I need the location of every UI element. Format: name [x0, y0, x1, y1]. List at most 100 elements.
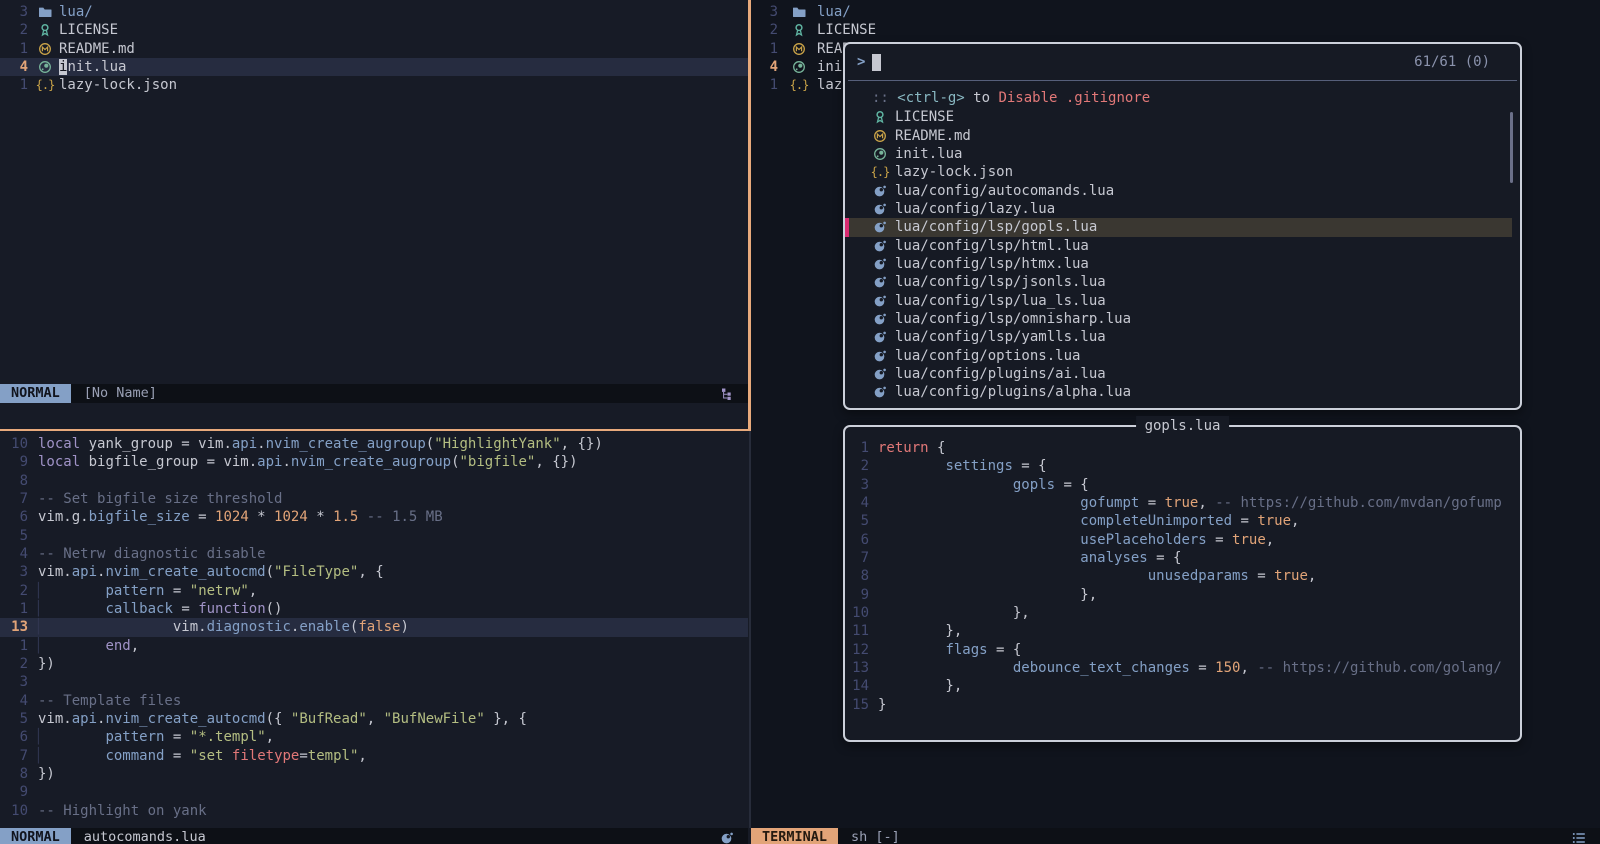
match-counter: 61/61 (0) [1414, 54, 1490, 70]
picker-row[interactable]: LICENSE [845, 108, 1520, 126]
line-number: 9 [0, 783, 28, 801]
line-number: 4 [845, 494, 869, 512]
code-line: 8}) [0, 765, 748, 783]
code-line: 3 gopls = { [845, 476, 1520, 494]
explorer-file-row[interactable]: 3lua/ [751, 3, 1600, 21]
prompt-caret: > [857, 54, 865, 70]
file-name: README.md [59, 40, 135, 58]
code-line: 1▏ end, [0, 637, 748, 655]
file-name: lua/config/plugins/alpha.lua [895, 383, 1131, 401]
statusline-shell: sh [-] [851, 828, 900, 844]
code-window: 10local yank_group = vim.api.nvim_create… [0, 431, 748, 828]
lua-icon [871, 367, 889, 381]
picker-row[interactable]: lua/config/lsp/htmx.lua [845, 255, 1520, 273]
code-line: 9 }, [845, 586, 1520, 604]
picker-row-selected[interactable]: lua/config/lsp/gopls.lua [845, 218, 1512, 236]
picker-row[interactable]: lua/config/lsp/jsonls.lua [845, 273, 1520, 291]
file-name: lua/config/lsp/yamlls.lua [895, 328, 1106, 346]
folder-icon [36, 5, 54, 19]
code-line: 10-- Highlight on yank [0, 802, 748, 820]
line-number: 3 [0, 563, 28, 581]
line-number: 11 [845, 622, 869, 640]
file-name: lua/config/lsp/html.lua [895, 237, 1089, 255]
explorer-file-row[interactable]: 2LICENSE [751, 21, 1600, 39]
line-number: 8 [845, 567, 869, 585]
file-name: lua/config/lsp/omnisharp.lua [895, 310, 1131, 328]
picker-row[interactable]: lua/config/plugins/ai.lua [845, 365, 1520, 383]
line-number: 13 [845, 659, 869, 677]
line-number: 5 [0, 710, 28, 728]
code-line: 10local yank_group = vim.api.nvim_create… [0, 435, 748, 453]
mode-badge: NORMAL [0, 384, 71, 403]
code-line: 4 gofumpt = true, -- https://github.com/… [845, 494, 1520, 512]
code-line: 3 [0, 673, 748, 691]
line-number: 6 [0, 728, 28, 746]
license-icon [790, 23, 808, 37]
code-line: 8 [0, 472, 748, 490]
statusline-explorer: NORMAL [No Name] [0, 384, 748, 403]
explorer-file-row[interactable]: 1 README.md [0, 40, 748, 58]
preview-window: gopls.lua 1return {2 settings = {3 gopls… [843, 425, 1522, 742]
line-number: 1 [0, 76, 28, 94]
code-line: 13 debounce_text_changes = 150, -- https… [845, 659, 1520, 677]
explorer-file-row[interactable]: 4init.lua [0, 58, 748, 76]
picker-file-list: LICENSEREADME.mdinit.lua{.}lazy-lock.jso… [845, 108, 1520, 401]
file-name: lazy-lock.json [895, 163, 1013, 181]
preview-title: gopls.lua [1136, 416, 1230, 436]
preview-code: 1return {2 settings = {3 gopls = {4 gofu… [845, 427, 1520, 740]
picker-row[interactable]: {.}lazy-lock.json [845, 163, 1520, 181]
lua-icon [871, 312, 889, 326]
picker-row[interactable]: lua/config/autocomands.lua [845, 182, 1520, 200]
code-line: 2▏ pattern = "netrw", [0, 582, 748, 600]
code-line: 1return { [845, 439, 1520, 457]
license-icon [36, 23, 54, 37]
picker-row[interactable]: init.lua [845, 145, 1520, 163]
file-name: LICENSE [895, 108, 954, 126]
code-line: 10 }, [845, 604, 1520, 622]
code-line: 7-- Set bigfile size threshold [0, 490, 748, 508]
mode-badge: TERMINAL [751, 828, 838, 844]
picker-row[interactable]: lua/config/lsp/yamlls.lua [845, 328, 1520, 346]
explorer-file-row[interactable]: 3lua/ [0, 3, 748, 21]
picker-row[interactable]: README.md [845, 127, 1520, 145]
code-line: 3vim.api.nvim_create_autocmd("FileType",… [0, 563, 748, 581]
explorer-file-row[interactable]: 1{.}lazy-lock.json [0, 76, 748, 94]
line-number: 1 [0, 40, 28, 58]
file-name: LICENSE [59, 21, 118, 39]
line-number: 7 [0, 490, 28, 508]
list-icon [1570, 831, 1588, 844]
file-name: lua/config/lsp/lua_ls.lua [895, 292, 1106, 310]
file-name: init.lua [59, 58, 126, 76]
code-line: 13▏ vim.diagnostic.enable(false) [0, 618, 748, 636]
picker-row[interactable]: lua/config/lsp/lua_ls.lua [845, 292, 1520, 310]
code-line: 14 }, [845, 677, 1520, 695]
lua-icon [871, 202, 889, 216]
line-number: 4 [751, 58, 778, 76]
picker-row[interactable]: lua/config/lazy.lua [845, 200, 1520, 218]
code-line: 5 completeUnimported = true, [845, 512, 1520, 530]
line-number: 15 [845, 696, 869, 714]
code-line: 4-- Template files [0, 692, 748, 710]
picker-row[interactable]: lua/config/plugins/alpha.lua [845, 383, 1520, 401]
line-number: 2 [0, 21, 28, 39]
line-number: 1 [845, 439, 869, 457]
file-name: lua/config/lsp/jsonls.lua [895, 273, 1106, 291]
statusline-terminal: TERMINAL sh [-] [751, 828, 1600, 844]
code-line: 12 flags = { [845, 641, 1520, 659]
markdown-icon [36, 42, 54, 56]
picker-row[interactable]: lua/config/options.lua [845, 347, 1520, 365]
picker-row[interactable]: lua/config/lsp/html.lua [845, 237, 1520, 255]
explorer-file-row[interactable]: 2 LICENSE [0, 21, 748, 39]
line-number: 2 [0, 655, 28, 673]
picker-prompt[interactable]: > 61/61 (0) [845, 44, 1520, 80]
line-number: 1 [0, 600, 28, 618]
picker-scrollbar[interactable] [1510, 112, 1513, 183]
code-line: 8 unusedparams = true, [845, 567, 1520, 585]
line-number: 10 [0, 802, 28, 820]
window-separator-vertical [748, 0, 751, 431]
line-number: 5 [845, 512, 869, 530]
license-icon [871, 110, 889, 124]
file-name: LICENSE [817, 21, 876, 39]
file-name: lua/config/lsp/htmx.lua [895, 255, 1089, 273]
picker-row[interactable]: lua/config/lsp/omnisharp.lua [845, 310, 1520, 328]
